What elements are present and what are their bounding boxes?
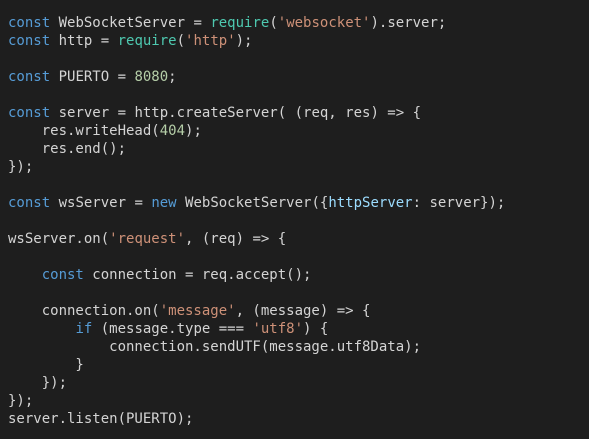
code-line: } — [8, 356, 589, 374]
code-token-plain: ; — [168, 69, 177, 85]
code-token-plain: ); — [185, 123, 202, 139]
code-token-property: httpServer — [328, 195, 413, 211]
code-line: const PUERTO = 8080; — [8, 68, 589, 86]
code-line: wsServer.on('request', (req) => { — [8, 230, 589, 248]
code-token-plain: wsServer.on( — [8, 231, 110, 247]
code-token-plain: } — [8, 357, 84, 373]
code-line: const wsServer = new WebSocketServer({ht… — [8, 194, 589, 212]
code-token-keyword: const — [41, 267, 84, 283]
code-line: const WebSocketServer = require('websock… — [8, 14, 589, 32]
code-token-plain: server = http.createServer( (req, res) =… — [50, 105, 422, 121]
code-token-plain: ( — [269, 15, 278, 31]
code-token-plain: connection.on( — [8, 303, 160, 319]
code-token-string: 'request' — [109, 231, 186, 247]
code-line: const server = http.createServer( (req, … — [8, 104, 589, 122]
code-token-plain: connection.sendUTF(message.utf8Data); — [8, 339, 422, 355]
code-token-plain: WebSocketServer({ — [176, 195, 329, 211]
code-token-plain: ).server; — [370, 15, 447, 31]
code-line: }); — [8, 158, 589, 176]
code-line: server.listen(PUERTO); — [8, 410, 589, 428]
code-token-plain: WebSocketServer = — [50, 15, 211, 31]
code-line: res.end(); — [8, 140, 589, 158]
code-line: connection.on('message', (message) => { — [8, 302, 589, 320]
code-line: connection.sendUTF(message.utf8Data); — [8, 338, 589, 356]
code-token-keyword: const — [8, 105, 51, 121]
code-token-plain: }); — [8, 375, 68, 391]
code-line: res.writeHead(404); — [8, 122, 589, 140]
code-token-string: 'websocket' — [277, 15, 371, 31]
code-line: }); — [8, 392, 589, 410]
code-token-keyword: const — [8, 15, 51, 31]
code-token-plain: ( — [176, 33, 186, 49]
code-token-string: 'message' — [159, 303, 236, 319]
code-token-plain: : server}); — [412, 195, 506, 211]
code-editor[interactable]: const WebSocketServer = require('websock… — [0, 0, 589, 439]
code-token-plain: ) { — [303, 321, 329, 337]
code-token-keyword: const — [8, 33, 51, 49]
code-line: const http = require('http'); — [8, 32, 589, 50]
code-token-string: 'http' — [185, 33, 236, 49]
code-token-string: 'utf8' — [252, 321, 304, 337]
code-token-keyword: if — [75, 321, 93, 337]
code-token-keyword: const — [8, 69, 51, 85]
code-line: }); — [8, 374, 589, 392]
code-token-plain: }); — [8, 159, 34, 175]
code-token-number: 404 — [159, 123, 186, 139]
code-token-number: 8080 — [134, 69, 169, 85]
code-token-plain: connection = req.accept(); — [83, 267, 312, 283]
code-token-plain: wsServer = — [50, 195, 152, 211]
code-token-plain: , (req) => { — [185, 231, 287, 247]
code-token-plain: res.writeHead( — [8, 123, 160, 139]
code-token-keyword: const — [8, 195, 51, 211]
code-token-keyword: new — [151, 195, 177, 211]
code-token-plain: http = — [50, 33, 118, 49]
code-line: if (message.type === 'utf8') { — [8, 320, 589, 338]
code-token-plain: ); — [235, 33, 253, 49]
code-token-plain: }); — [8, 393, 34, 409]
code-token-function: require — [117, 33, 177, 49]
code-token-plain: PUERTO = — [50, 69, 135, 85]
code-token-function: require — [210, 15, 270, 31]
code-token-plain: res.end(); — [8, 141, 127, 157]
code-token-plain: server.listen(PUERTO); — [8, 411, 194, 427]
code-token-plain: , (message) => { — [235, 303, 371, 319]
code-token-plain: (message.type === — [92, 321, 253, 337]
code-line: const connection = req.accept(); — [8, 266, 589, 284]
